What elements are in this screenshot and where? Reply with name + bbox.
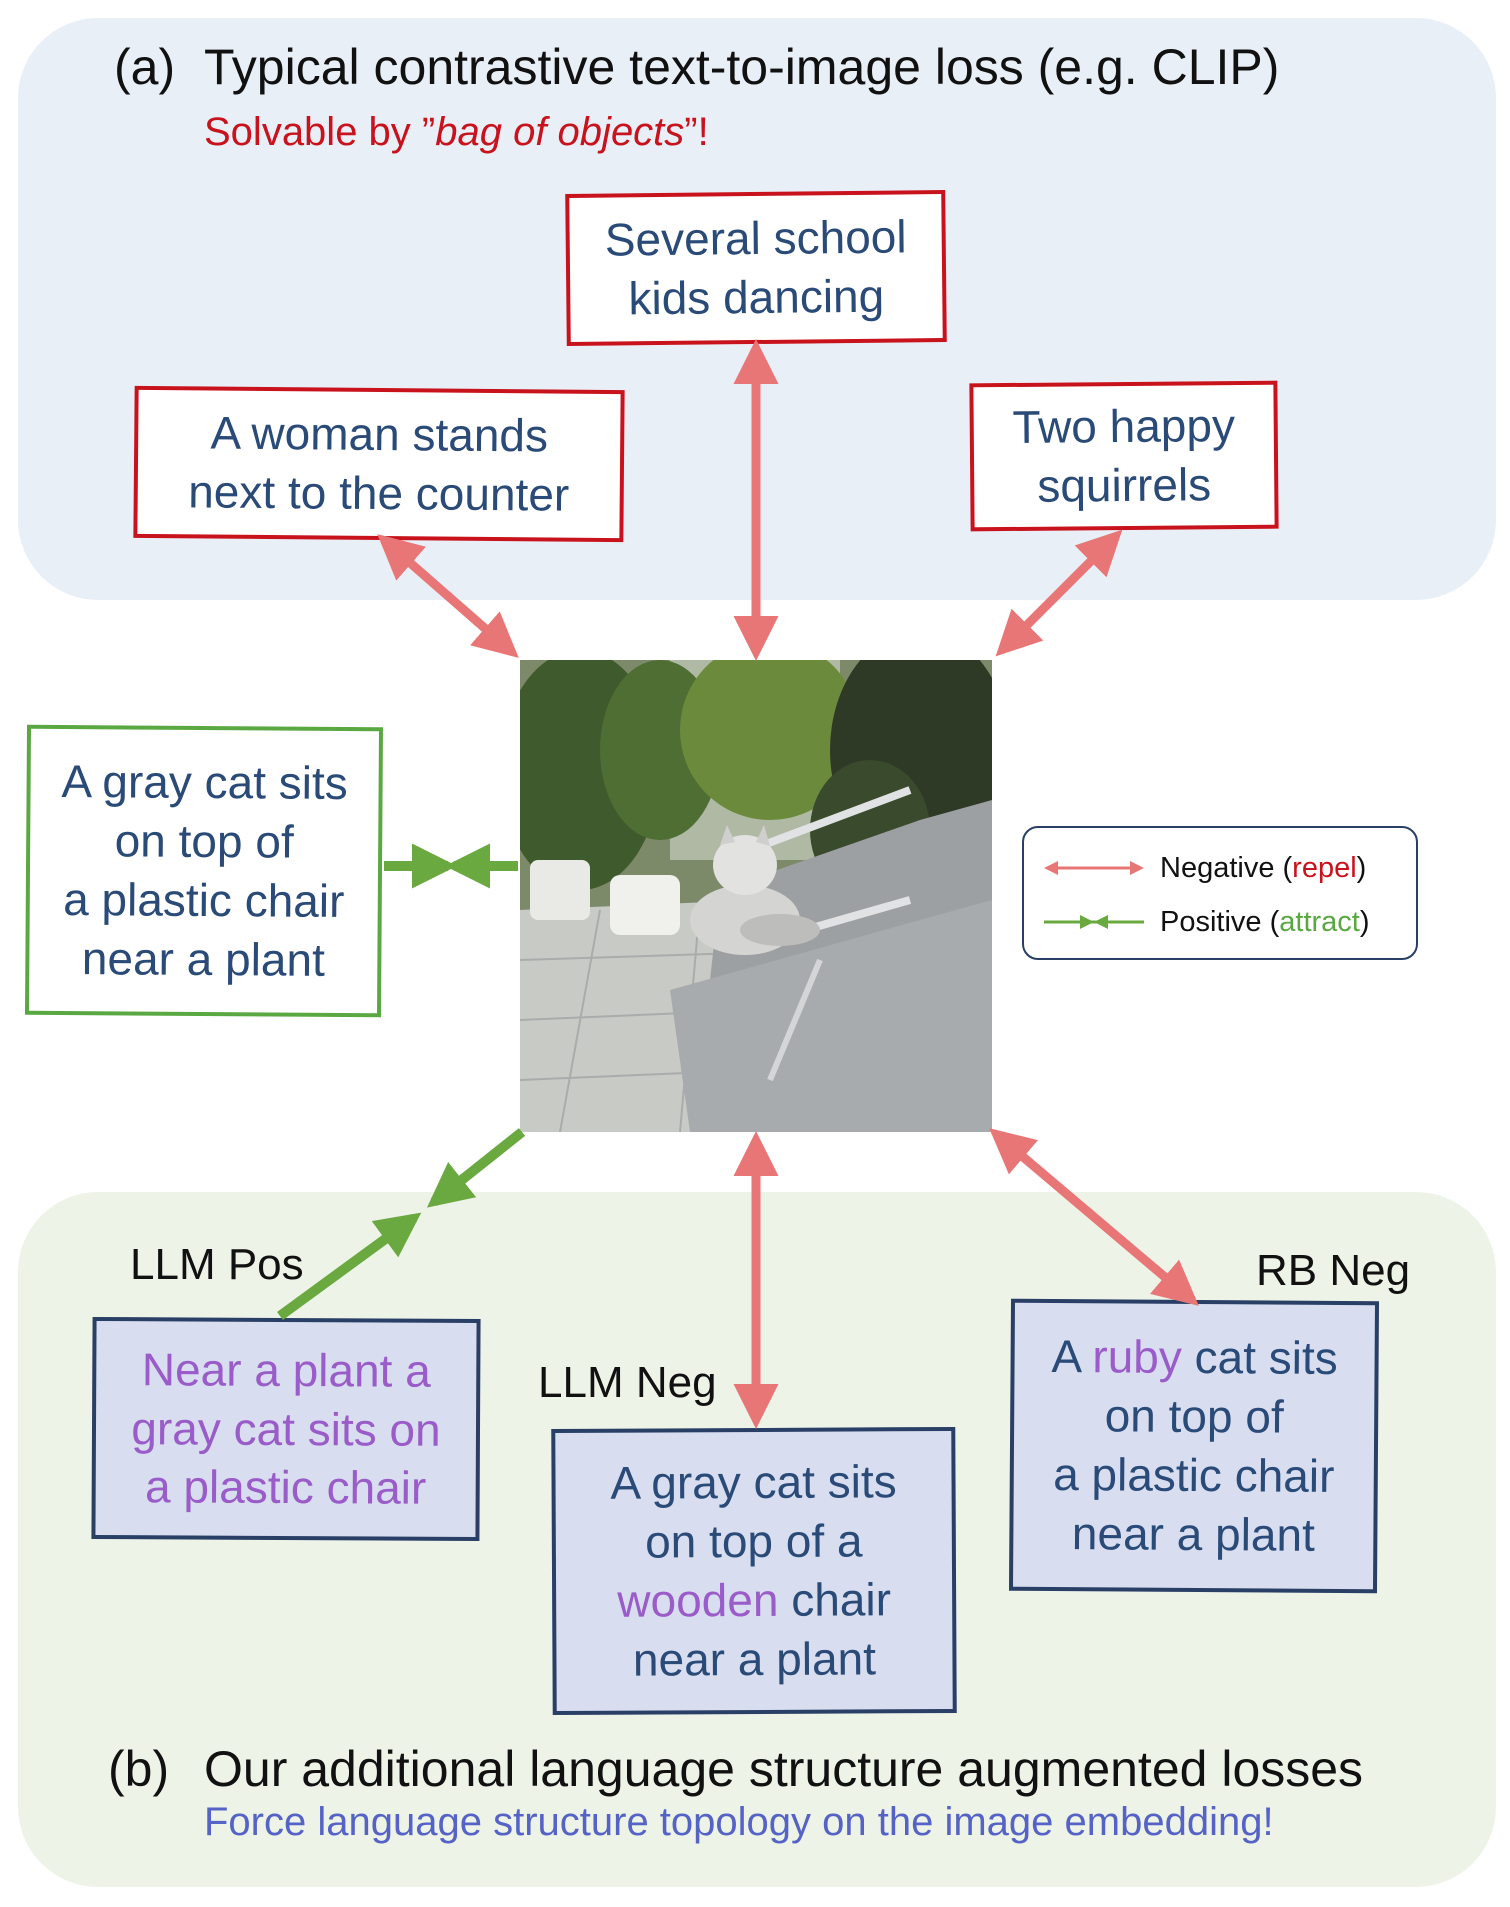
attract-arrow-llm-pos-in	[426, 1128, 526, 1208]
repel-arrow-right	[995, 529, 1123, 657]
repel-arrow-rb-neg	[989, 1128, 1199, 1306]
arrow-layer	[277, 339, 1199, 1429]
attract-arrow-llm-pos-out	[277, 1212, 422, 1321]
repel-arrow-left	[377, 534, 519, 658]
